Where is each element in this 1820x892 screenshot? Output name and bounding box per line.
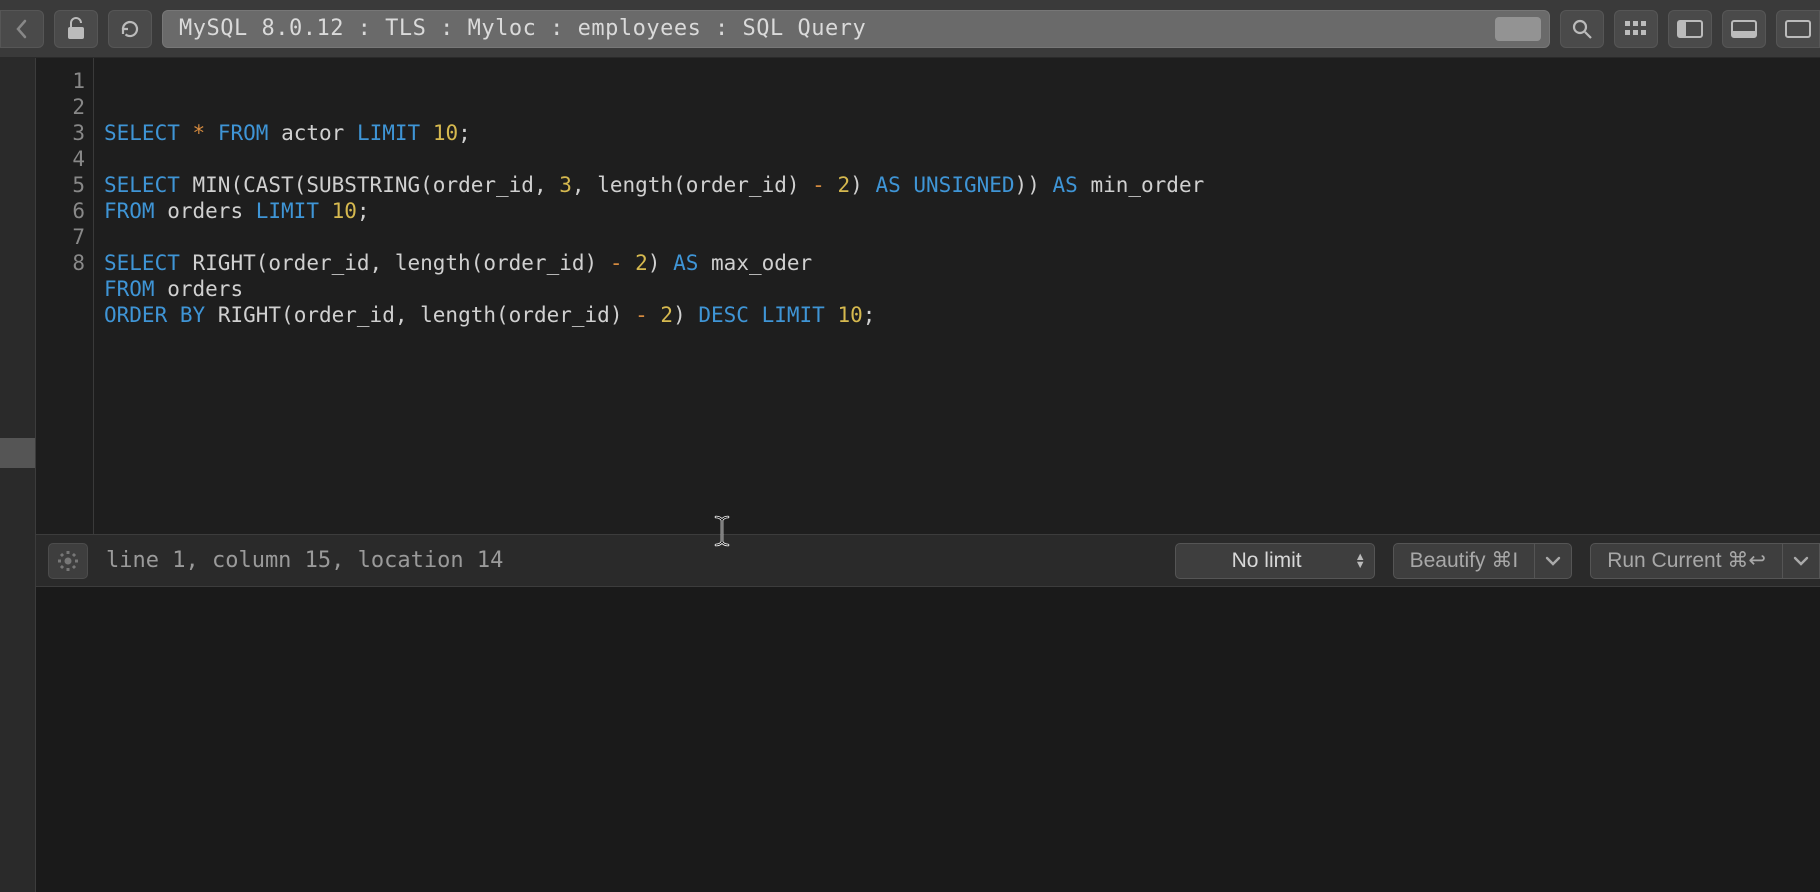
chevron-down-icon (1793, 556, 1809, 566)
chevron-down-icon (1545, 556, 1561, 566)
top-toolbar: MySQL 8.0.12 : TLS : Myloc : employees :… (0, 0, 1820, 58)
line-number: 7 (36, 224, 93, 250)
stepper-icon: ▲▼ (1355, 553, 1366, 569)
beautify-button-group: Beautify ⌘I (1393, 543, 1573, 579)
code-line: SELECT RIGHT(order_id, length(order_id) … (104, 250, 1820, 276)
run-current-button[interactable]: Run Current ⌘↩ (1590, 543, 1783, 579)
code-area[interactable]: SELECT * FROM actor LIMIT 10; SELECT MIN… (94, 58, 1820, 534)
line-number: 5 (36, 172, 93, 198)
beautify-dropdown-button[interactable] (1535, 543, 1572, 579)
line-number: 1 (36, 68, 93, 94)
cursor-position-text: line 1, column 15, location 14 (106, 548, 1157, 573)
code-line (104, 224, 1820, 250)
lock-open-icon (65, 17, 87, 41)
content-column: 12345678 SELECT * FROM actor LIMIT 10; S… (36, 58, 1820, 892)
search-icon (1571, 18, 1593, 40)
lock-button[interactable] (54, 10, 98, 48)
run-dropdown-button[interactable] (1783, 543, 1820, 579)
run-button-group: Run Current ⌘↩ (1590, 543, 1820, 579)
history-back-button[interactable] (0, 10, 44, 48)
search-button[interactable] (1560, 10, 1604, 48)
code-line: SELECT MIN(CAST(SUBSTRING(order_id, 3, l… (104, 172, 1820, 198)
panel-bottom-button[interactable] (1722, 10, 1766, 48)
sidebar-item-fragment[interactable] (0, 438, 36, 468)
code-line (104, 146, 1820, 172)
line-number: 2 (36, 94, 93, 120)
row-limit-label: No limit (1232, 549, 1302, 573)
refresh-icon (119, 18, 141, 40)
line-number: 8 (36, 250, 93, 276)
code-line: ORDER BY RIGHT(order_id, length(order_id… (104, 302, 1820, 328)
panel-right-button[interactable] (1776, 10, 1820, 48)
beautify-button[interactable]: Beautify ⌘I (1393, 543, 1536, 579)
chevron-left-icon (15, 19, 29, 39)
panel-bottom-icon (1731, 20, 1757, 38)
line-number-gutter: 12345678 (36, 58, 94, 534)
grid-icon (1625, 21, 1647, 37)
code-line: FROM orders LIMIT 10; (104, 198, 1820, 224)
panel-outline-icon (1785, 20, 1811, 38)
breadcrumb-badge (1495, 17, 1541, 41)
editor-statusbar: line 1, column 15, location 14 No limit … (36, 534, 1820, 586)
connection-breadcrumb[interactable]: MySQL 8.0.12 : TLS : Myloc : employees :… (162, 10, 1550, 48)
beautify-label: Beautify ⌘I (1410, 548, 1519, 573)
settings-button[interactable] (48, 543, 88, 579)
breadcrumb-text: MySQL 8.0.12 : TLS : Myloc : employees :… (179, 16, 866, 41)
panel-left-button[interactable] (1668, 10, 1712, 48)
main-area: ory e 12345678 SELECT * FROM actor LIMIT… (0, 58, 1820, 892)
left-sidebar: ory e (0, 58, 36, 892)
gear-icon (57, 550, 79, 572)
line-number: 3 (36, 120, 93, 146)
text-cursor-icon (714, 463, 730, 495)
row-limit-select[interactable]: No limit ▲▼ (1175, 543, 1375, 579)
panel-left-icon (1677, 20, 1703, 38)
refresh-button[interactable] (108, 10, 152, 48)
line-number: 6 (36, 198, 93, 224)
run-label: Run Current ⌘↩ (1607, 548, 1766, 573)
apps-grid-button[interactable] (1614, 10, 1658, 48)
results-pane (36, 586, 1820, 892)
code-line: SELECT * FROM actor LIMIT 10; (104, 120, 1820, 146)
sql-editor[interactable]: 12345678 SELECT * FROM actor LIMIT 10; S… (36, 58, 1820, 534)
line-number: 4 (36, 146, 93, 172)
code-line: FROM orders (104, 276, 1820, 302)
